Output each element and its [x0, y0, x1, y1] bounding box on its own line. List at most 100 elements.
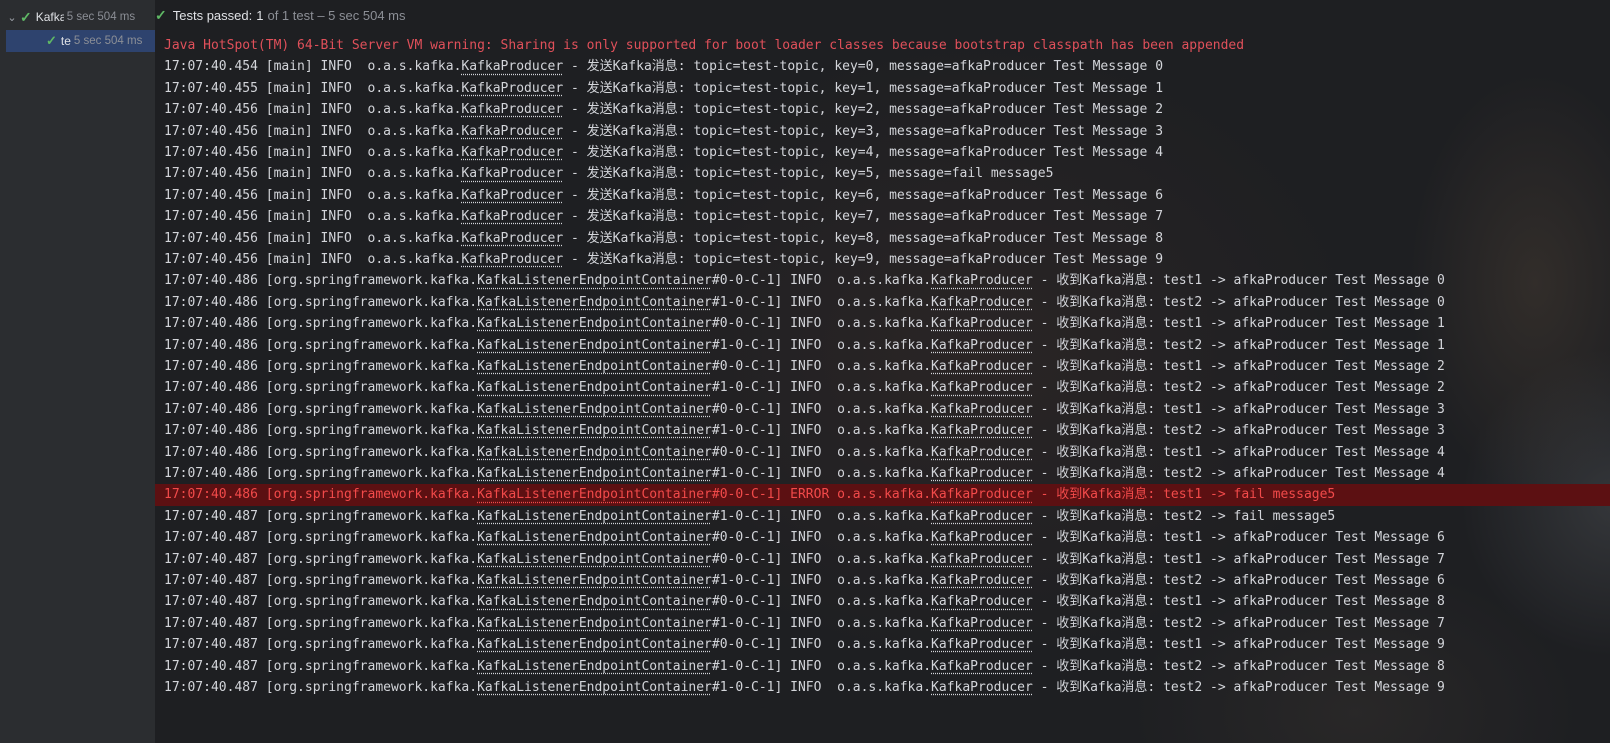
class-link[interactable]: KafkaProducer	[461, 102, 563, 117]
class-link[interactable]: KafkaProducer	[931, 530, 1033, 545]
class-link[interactable]: KafkaListenerEndpointContainer	[477, 295, 712, 310]
console-line: 17:07:40.486 [org.springframework.kafka.…	[155, 292, 1610, 313]
chevron-down-icon[interactable]: ⌄	[4, 11, 20, 24]
console-text: - 发送Kafka消息: topic=test-topic, key=2, me…	[563, 102, 1164, 118]
console-text: 17:07:40.486 [org.springframework.kafka.	[164, 316, 478, 332]
class-link[interactable]: KafkaListenerEndpointContainer	[477, 530, 712, 545]
console-text: 17:07:40.456 [main] INFO o.a.s.kafka.	[164, 102, 462, 118]
class-link[interactable]: KafkaListenerEndpointContainer	[477, 487, 712, 502]
class-link[interactable]: KafkaListenerEndpointContainer	[477, 445, 712, 460]
class-link[interactable]: KafkaProducer	[461, 231, 563, 246]
class-link[interactable]: KafkaProducer	[931, 637, 1033, 652]
console-text: - 收到Kafka消息: test1 -> afkaProducer Test …	[1032, 594, 1445, 610]
class-link[interactable]: KafkaListenerEndpointContainer	[477, 552, 712, 567]
console-text: - 收到Kafka消息: test1 -> afkaProducer Test …	[1032, 637, 1445, 653]
console-text: 17:07:40.487 [org.springframework.kafka.	[164, 508, 478, 524]
console-line: 17:07:40.456 [main] INFO o.a.s.kafka.Kaf…	[155, 185, 1610, 206]
class-link[interactable]: KafkaProducer	[931, 402, 1033, 417]
console-text: - 发送Kafka消息: topic=test-topic, key=9, me…	[563, 252, 1164, 267]
class-link[interactable]: KafkaProducer	[931, 359, 1033, 374]
class-link[interactable]: KafkaListenerEndpointContainer	[477, 273, 712, 288]
console-text: 17:07:40.454 [main] INFO o.a.s.kafka.	[164, 59, 462, 75]
class-link[interactable]: KafkaProducer	[931, 466, 1033, 481]
console-line: 17:07:40.487 [org.springframework.kafka.…	[155, 591, 1610, 612]
console-line: 17:07:40.456 [main] INFO o.a.s.kafka.Kaf…	[155, 206, 1610, 227]
console-text: #1-0-C-1] INFO o.a.s.kafka.	[711, 337, 932, 353]
class-link[interactable]: KafkaProducer	[931, 594, 1033, 609]
check-icon: ✓	[46, 33, 57, 48]
class-link[interactable]: KafkaListenerEndpointContainer	[477, 423, 712, 438]
class-link[interactable]: KafkaListenerEndpointContainer	[477, 402, 712, 417]
console-text: - 发送Kafka消息: topic=test-topic, key=7, me…	[563, 209, 1164, 225]
console-text: 17:07:40.456 [main] INFO o.a.s.kafka.	[164, 230, 462, 246]
class-link[interactable]: KafkaProducer	[931, 552, 1033, 567]
console-text: 17:07:40.456 [main] INFO o.a.s.kafka.	[164, 123, 462, 139]
class-link[interactable]: KafkaListenerEndpointContainer	[477, 380, 712, 395]
class-link[interactable]: KafkaProducer	[931, 295, 1033, 310]
class-link[interactable]: KafkaProducer	[931, 680, 1033, 695]
class-link[interactable]: KafkaListenerEndpointContainer	[477, 509, 712, 524]
console-text: #1-0-C-1] INFO o.a.s.kafka.	[711, 466, 932, 481]
class-link[interactable]: KafkaProducer	[461, 145, 563, 160]
class-link[interactable]: KafkaListenerEndpointContainer	[477, 680, 712, 695]
console-text: 17:07:40.487 [org.springframework.kafka.	[164, 573, 478, 588]
console-text: 17:07:40.486 [org.springframework.kafka.	[164, 337, 478, 353]
class-link[interactable]: KafkaListenerEndpointContainer	[477, 573, 712, 588]
console-text: #0-0-C-1] INFO o.a.s.kafka.	[711, 359, 932, 374]
class-link[interactable]: KafkaProducer	[931, 509, 1033, 524]
console-text: 17:07:40.456 [main] INFO o.a.s.kafka.	[164, 187, 462, 203]
class-link[interactable]: KafkaProducer	[931, 445, 1033, 460]
console-text: - 收到Kafka消息: test1 -> afkaProducer Test …	[1032, 551, 1445, 567]
class-link[interactable]: KafkaProducer	[461, 124, 563, 139]
console-text: 17:07:40.456 [main] INFO o.a.s.kafka.	[164, 166, 462, 182]
class-link[interactable]: KafkaProducer	[931, 659, 1033, 674]
class-link[interactable]: KafkaListenerEndpointContainer	[477, 359, 712, 374]
console-text: #0-0-C-1] INFO o.a.s.kafka.	[711, 551, 932, 567]
class-link[interactable]: KafkaListenerEndpointContainer	[477, 466, 712, 481]
console-line: 17:07:40.486 [org.springframework.kafka.…	[155, 377, 1610, 398]
class-link[interactable]: KafkaListenerEndpointContainer	[477, 616, 712, 631]
console-line: 17:07:40.455 [main] INFO o.a.s.kafka.Kaf…	[155, 78, 1610, 99]
test-tree-child-selected[interactable]: ✓ te 5 sec 504 ms	[6, 30, 155, 52]
class-link[interactable]: KafkaProducer	[931, 423, 1033, 438]
console-text: 17:07:40.486 [org.springframework.kafka.	[164, 487, 478, 503]
console-output[interactable]: Java HotSpot(TM) 64-Bit Server VM warnin…	[155, 33, 1610, 743]
console-text: 17:07:40.487 [org.springframework.kafka.	[164, 680, 478, 695]
console-line: 17:07:40.456 [main] INFO o.a.s.kafka.Kaf…	[155, 249, 1610, 270]
test-tree-root[interactable]: ⌄ ✓ Kafka 5 sec 504 ms	[0, 6, 155, 28]
class-link[interactable]: KafkaProducer	[931, 487, 1033, 502]
console-text: #0-0-C-1] ERROR o.a.s.kafka.	[711, 487, 932, 503]
console-line: 17:07:40.486 [org.springframework.kafka.…	[155, 420, 1610, 441]
console-line-error: 17:07:40.486 [org.springframework.kafka.…	[155, 484, 1610, 506]
console-line: 17:07:40.486 [org.springframework.kafka.…	[155, 335, 1610, 356]
class-link[interactable]: KafkaProducer	[931, 316, 1033, 331]
class-link[interactable]: KafkaListenerEndpointContainer	[477, 338, 712, 353]
class-link[interactable]: KafkaProducer	[931, 380, 1033, 395]
class-link[interactable]: KafkaProducer	[461, 209, 563, 224]
console-text: 17:07:40.455 [main] INFO o.a.s.kafka.	[164, 80, 462, 96]
check-icon: ✓	[20, 8, 32, 25]
test-status-bar: ✓ Tests passed: 1 of 1 test – 5 sec 504 …	[155, 0, 1610, 30]
class-link[interactable]: KafkaProducer	[931, 338, 1033, 353]
class-link[interactable]: KafkaProducer	[931, 273, 1033, 288]
class-link[interactable]: KafkaProducer	[931, 573, 1033, 588]
class-link[interactable]: KafkaListenerEndpointContainer	[477, 659, 712, 674]
class-link[interactable]: KafkaProducer	[461, 59, 563, 74]
class-link[interactable]: KafkaListenerEndpointContainer	[477, 637, 712, 652]
console-text: #0-0-C-1] INFO o.a.s.kafka.	[711, 637, 932, 653]
class-link[interactable]: KafkaListenerEndpointContainer	[477, 594, 712, 609]
console-text: 17:07:40.487 [org.springframework.kafka.	[164, 615, 478, 631]
console-text: 17:07:40.456 [main] INFO o.a.s.kafka.	[164, 145, 462, 160]
console-text: - 收到Kafka消息: test1 -> afkaProducer Test …	[1032, 444, 1445, 460]
class-link[interactable]: KafkaListenerEndpointContainer	[477, 316, 712, 331]
class-link[interactable]: KafkaProducer	[461, 252, 563, 267]
class-link[interactable]: KafkaProducer	[461, 188, 563, 203]
console-text: - 收到Kafka消息: test1 -> afkaProducer Test …	[1032, 401, 1445, 417]
class-link[interactable]: KafkaProducer	[931, 616, 1033, 631]
class-link[interactable]: KafkaProducer	[461, 81, 563, 96]
console-line: 17:07:40.487 [org.springframework.kafka.…	[155, 549, 1610, 570]
console-text: #1-0-C-1] INFO o.a.s.kafka.	[711, 573, 932, 588]
console-text: #0-0-C-1] INFO o.a.s.kafka.	[711, 273, 932, 289]
console-text: #1-0-C-1] INFO o.a.s.kafka.	[711, 423, 932, 439]
class-link[interactable]: KafkaProducer	[461, 166, 563, 181]
